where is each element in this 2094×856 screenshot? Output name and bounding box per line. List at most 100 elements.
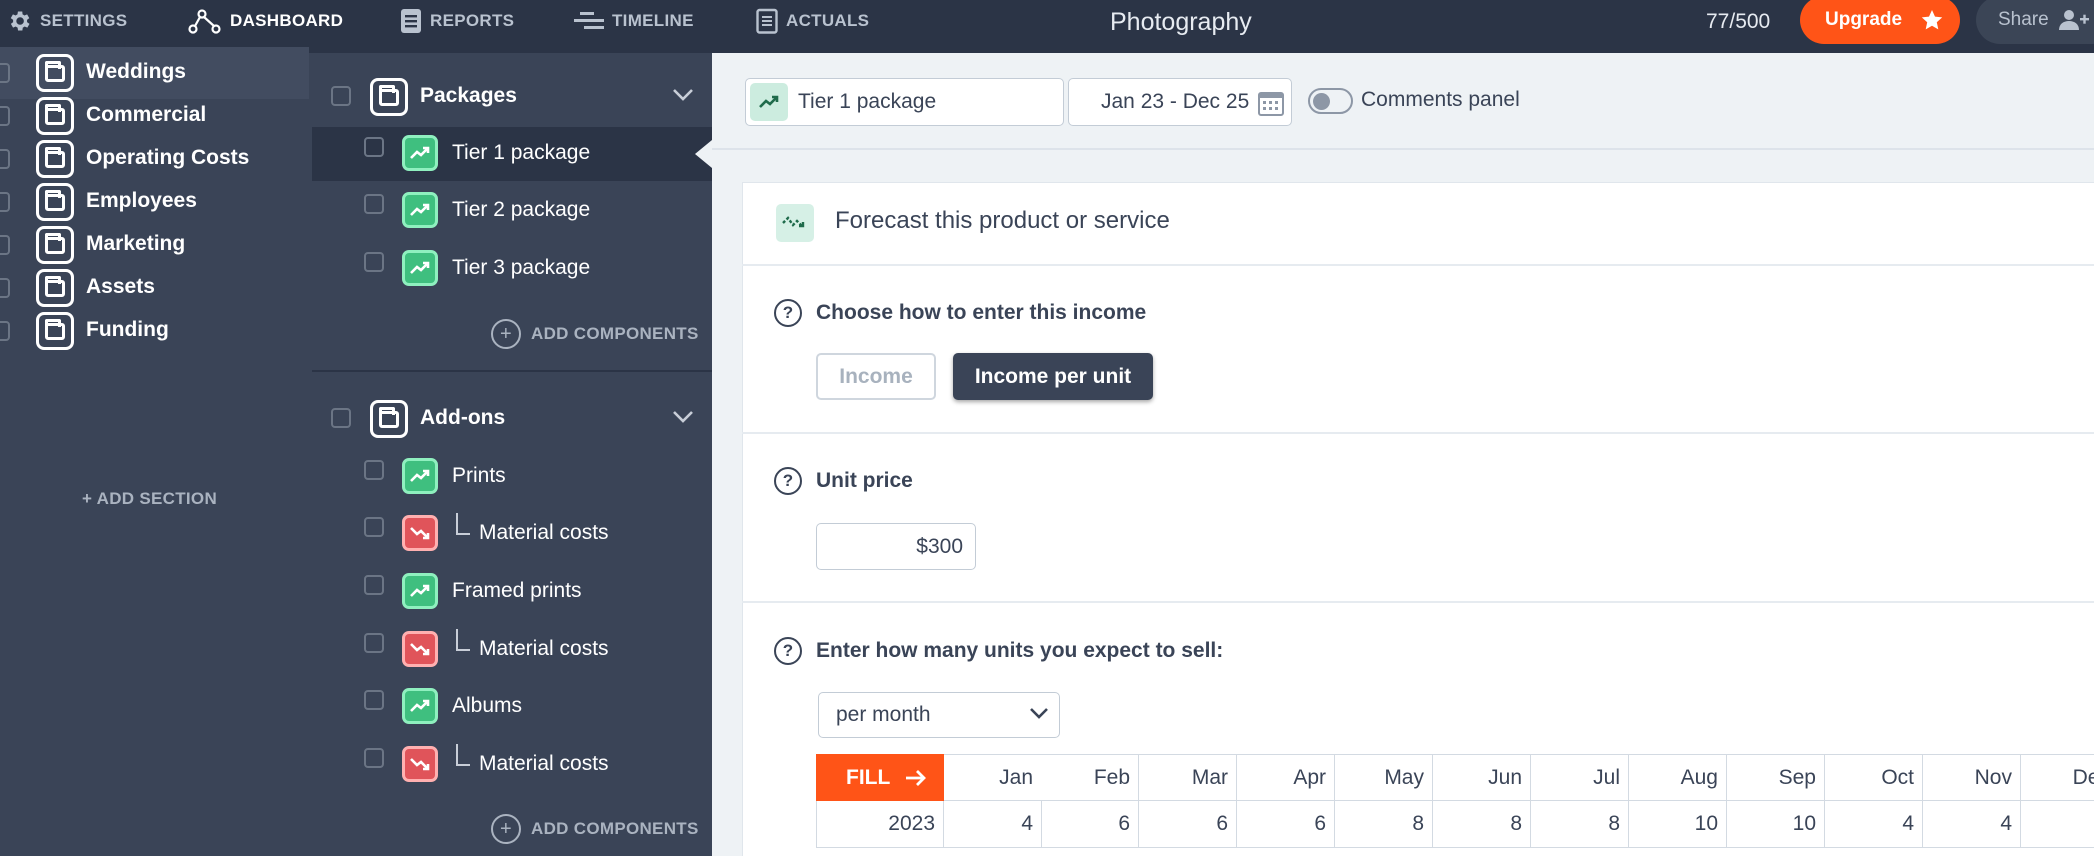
- section-checkbox[interactable]: [0, 235, 10, 255]
- chevron-down-icon: [1029, 707, 1049, 721]
- unit-price-input[interactable]: $300: [816, 523, 976, 570]
- component-selector[interactable]: Tier 1 package: [745, 78, 1064, 126]
- unit-cell[interactable]: 6: [1041, 801, 1139, 848]
- nav-settings[interactable]: SETTINGS: [6, 0, 127, 42]
- add-user-icon: [2058, 8, 2089, 32]
- section-checkbox[interactable]: [0, 106, 10, 126]
- income-method-label: Choose how to enter this income: [816, 301, 1147, 324]
- fill-button[interactable]: FILL: [816, 754, 944, 801]
- help-icon[interactable]: ?: [774, 637, 802, 665]
- section-checkbox[interactable]: [0, 192, 10, 212]
- unit-cell[interactable]: 8: [1433, 801, 1531, 848]
- chevron-down-icon[interactable]: [672, 410, 694, 424]
- unit-cell[interactable]: 6: [1139, 801, 1237, 848]
- nav-actuals[interactable]: ACTUALS: [756, 0, 869, 42]
- help-icon[interactable]: ?: [774, 467, 802, 495]
- section-label: Assets: [86, 275, 155, 298]
- unit-cell[interactable]: 10: [1727, 801, 1825, 848]
- card-divider: [742, 264, 2094, 266]
- group-addons-checkbox[interactable]: [331, 408, 351, 428]
- unit-cell[interactable]: 4: [944, 801, 1042, 848]
- section-label: Operating Costs: [86, 146, 250, 169]
- tree-connector: [456, 744, 470, 766]
- star-icon: [1920, 8, 1944, 32]
- date-range-picker[interactable]: Jan 23 - Dec 25: [1068, 78, 1292, 126]
- section-checkbox[interactable]: [0, 321, 10, 341]
- unit-cell[interactable]: 4: [1923, 801, 2021, 848]
- help-icon[interactable]: ?: [774, 299, 802, 327]
- unit-cell[interactable]: 10: [1629, 801, 1727, 848]
- unit-cell[interactable]: 8: [1531, 801, 1629, 848]
- add-components-addons[interactable]: + ADD COMPONENTS: [491, 814, 699, 844]
- timeline-icon: [574, 10, 604, 32]
- component-label: Prints: [452, 464, 506, 487]
- usage-count: 77/500: [1706, 10, 1771, 33]
- component-selector-value: Tier 1 package: [798, 90, 937, 113]
- month-header: Aug: [1629, 754, 1727, 801]
- section-label: Commercial: [86, 103, 207, 126]
- component-label: Tier 1 package: [452, 141, 591, 164]
- component-checkbox[interactable]: [364, 690, 384, 710]
- unit-cell[interactable]: 8: [1335, 801, 1433, 848]
- component-checkbox[interactable]: [364, 575, 384, 595]
- component-checkbox[interactable]: [364, 748, 384, 768]
- units-label: Enter how many units you expect to sell:: [816, 639, 1224, 662]
- component-checkbox[interactable]: [364, 194, 384, 214]
- nav-reports-label: REPORTS: [430, 11, 515, 30]
- share-button[interactable]: Share: [1976, 0, 2094, 44]
- month-header: Oct: [1825, 754, 1923, 801]
- add-section-button[interactable]: + ADD SECTION: [82, 489, 217, 509]
- component-label: Material costs: [479, 521, 609, 544]
- add-components-packages[interactable]: + ADD COMPONENTS: [491, 319, 699, 349]
- month-header: Apr: [1237, 754, 1335, 801]
- component-checkbox[interactable]: [364, 517, 384, 537]
- trend-up-icon: [402, 135, 438, 171]
- component-checkbox[interactable]: [364, 633, 384, 653]
- nav-reports[interactable]: REPORTS: [400, 0, 514, 42]
- plus-circle-icon: +: [491, 814, 521, 844]
- folder-icon: [36, 183, 74, 221]
- group-divider: [312, 370, 712, 372]
- forecast-title: Forecast this product or service: [835, 207, 1170, 234]
- unit-cell[interactable]: 4: [1825, 801, 1923, 848]
- month-header: Dec: [2021, 754, 2094, 801]
- section-checkbox[interactable]: [0, 149, 10, 169]
- section-label: Employees: [86, 189, 197, 212]
- frequency-select[interactable]: per month: [818, 692, 1060, 738]
- group-packages-checkbox[interactable]: [331, 86, 351, 106]
- folder-icon: [36, 269, 74, 307]
- comments-toggle[interactable]: [1308, 88, 1353, 114]
- nav-dashboard-label: DASHBOARD: [230, 11, 344, 30]
- group-packages-label: Packages: [420, 84, 517, 107]
- month-header: Nov: [1923, 754, 2021, 801]
- date-range-value: Jan 23 - Dec 25: [1101, 90, 1250, 113]
- upgrade-button[interactable]: Upgrade: [1800, 0, 1960, 44]
- income-per-unit-button[interactable]: Income per unit: [953, 353, 1153, 400]
- comments-toggle-label: Comments panel: [1361, 88, 1520, 111]
- month-header: Jan: [944, 754, 1042, 801]
- component-checkbox[interactable]: [364, 137, 384, 157]
- section-checkbox[interactable]: [0, 278, 10, 298]
- component-label: Tier 3 package: [452, 256, 591, 279]
- component-checkbox[interactable]: [364, 252, 384, 272]
- income-button[interactable]: Income: [816, 353, 936, 400]
- clipboard-icon: [756, 8, 778, 34]
- nav-timeline[interactable]: TIMELINE: [574, 0, 694, 42]
- folder-icon: [370, 400, 408, 438]
- section-label: Funding: [86, 318, 169, 341]
- component-label: Framed prints: [452, 579, 582, 602]
- trend-up-icon: [750, 83, 788, 121]
- section-item[interactable]: Funding: [0, 305, 309, 357]
- component-checkbox[interactable]: [364, 460, 384, 480]
- unit-cell[interactable]: [2021, 801, 2094, 848]
- folder-icon: [36, 97, 74, 135]
- section-checkbox[interactable]: [0, 63, 10, 83]
- chevron-down-icon[interactable]: [672, 88, 694, 102]
- folder-icon: [36, 54, 74, 92]
- share-label: Share: [1998, 9, 2049, 30]
- gear-icon: [6, 8, 32, 34]
- unit-cell[interactable]: 6: [1237, 801, 1335, 848]
- section-label: Marketing: [86, 232, 186, 255]
- folder-icon: [36, 312, 74, 350]
- nav-dashboard[interactable]: DASHBOARD: [188, 0, 343, 42]
